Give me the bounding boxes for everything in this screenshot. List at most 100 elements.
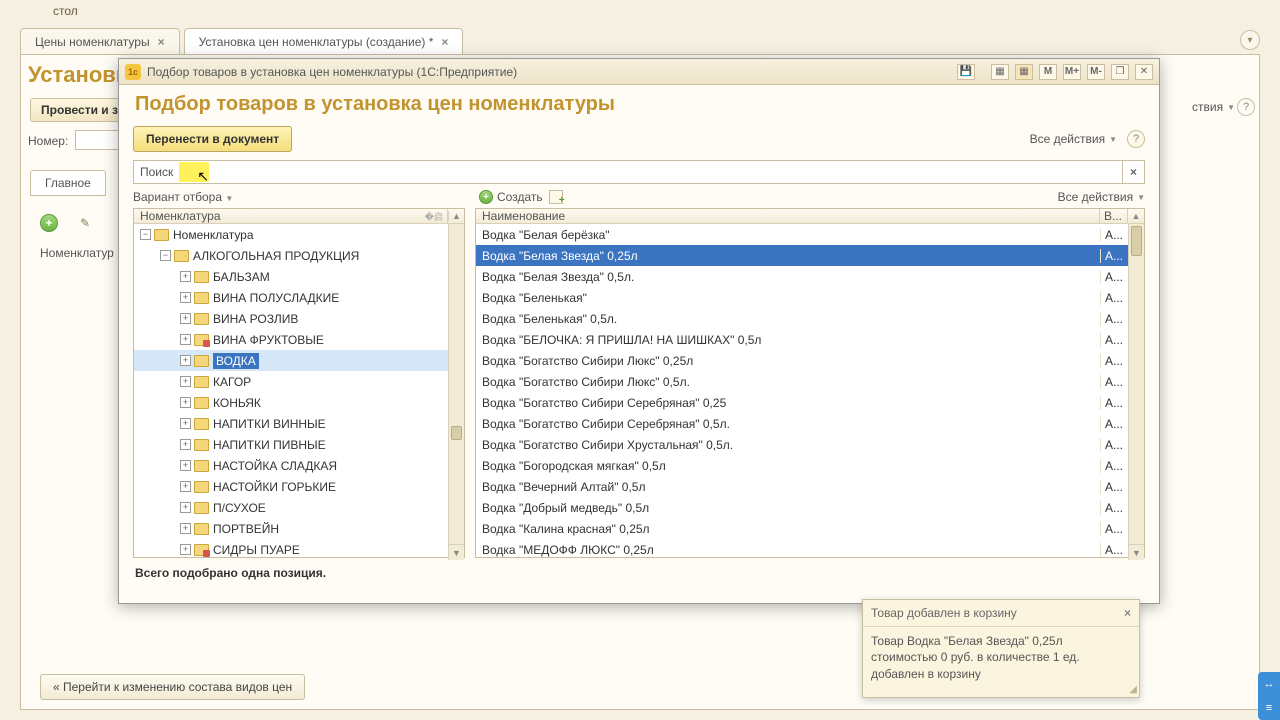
goto-price-types-button[interactable]: « Перейти к изменению состава видов цен — [40, 674, 305, 700]
titlebar-restore-button[interactable]: ❐ — [1111, 64, 1129, 80]
tab-close-icon[interactable]: × — [441, 35, 448, 49]
list-item[interactable]: Водка "БЕЛОЧКА: Я ПРИШЛА! НА ШИШКАХ" 0,5… — [476, 329, 1128, 350]
tree-node[interactable]: ВИНА РОЗЛИВ — [134, 308, 448, 329]
list-item[interactable]: Водка "Богатство Сибири Люкс" 0,5л.А... — [476, 371, 1128, 392]
copy-button[interactable] — [549, 190, 563, 204]
list-item[interactable]: Водка "Беленькая" 0,5л.А... — [476, 308, 1128, 329]
list-item[interactable]: Водка "Белая берёзка"А... — [476, 224, 1128, 245]
tree-label: БАЛЬЗАМ — [213, 270, 270, 284]
item-name: Водка "МЕДОФФ ЛЮКС" 0,25л — [476, 543, 1100, 557]
bg-help-button[interactable]: ? — [1237, 98, 1255, 116]
tree-node[interactable]: НАПИТКИ ПИВНЫЕ — [134, 434, 448, 455]
expand-icon[interactable] — [180, 397, 191, 408]
tree-node[interactable]: АЛКОГОЛЬНАЯ ПРОДУКЦИЯ — [134, 245, 448, 266]
expand-icon[interactable] — [180, 334, 191, 345]
expand-icon[interactable] — [180, 502, 191, 513]
tree-scroll-down[interactable]: ▼ — [449, 544, 464, 560]
list-item[interactable]: Водка "Богатство Сибири Люкс" 0,25лА... — [476, 350, 1128, 371]
modal-titlebar[interactable]: 1c Подбор товаров в установка цен номенк… — [119, 59, 1159, 85]
search-field[interactable]: Поиск ↖ × — [133, 160, 1145, 184]
post-and-close-button[interactable]: Провести и з — [30, 98, 129, 122]
tree-node[interactable]: ПОРТВЕЙН — [134, 518, 448, 539]
add-row-button[interactable]: + — [40, 214, 58, 232]
tree-node[interactable]: ВИНА ПОЛУСЛАДКИЕ — [134, 287, 448, 308]
list-item[interactable]: Водка "Вечерний Алтай" 0,5лА... — [476, 476, 1128, 497]
scrollbar-thumb[interactable] — [1131, 226, 1142, 256]
document-tab-1[interactable]: Установка цен номенклатуры (создание) *× — [184, 28, 464, 55]
tree-node[interactable]: БАЛЬЗАМ — [134, 266, 448, 287]
tree-node[interactable]: СИДРЫ ПУАРЕ — [134, 539, 448, 560]
expand-icon[interactable] — [180, 439, 191, 450]
list-scroll-up[interactable]: ▲ — [1128, 209, 1144, 223]
list-item[interactable]: Водка "Богатство Сибири Хрустальная" 0,5… — [476, 434, 1128, 455]
tab-close-icon[interactable]: × — [158, 35, 165, 49]
list-item[interactable]: Водка "МЕДОФФ ЛЮКС" 0,25лА... — [476, 539, 1128, 560]
titlebar-mminus-button[interactable]: M- — [1087, 64, 1105, 80]
titlebar-close-button[interactable]: ✕ — [1135, 64, 1153, 80]
expand-icon[interactable] — [180, 376, 191, 387]
tree-scrollbar[interactable]: ▼ — [448, 224, 464, 560]
list-item[interactable]: Водка "Добрый медведь" 0,5лА... — [476, 497, 1128, 518]
tree-node[interactable]: ВИНА ФРУКТОВЫЕ — [134, 329, 448, 350]
tree-node[interactable]: ВОДКА — [134, 350, 448, 371]
expand-icon[interactable] — [180, 481, 191, 492]
expand-icon[interactable] — [180, 313, 191, 324]
expand-icon[interactable] — [140, 229, 151, 240]
titlebar-save-icon[interactable]: 💾 — [957, 64, 975, 80]
tree-scroll-up[interactable]: ▲ — [448, 211, 464, 221]
document-tab-0[interactable]: Цены номенклатуры× — [20, 28, 180, 55]
expand-icon[interactable] — [180, 418, 191, 429]
bg-all-actions[interactable]: ствия ▼ — [1192, 100, 1235, 114]
filter-variant-dropdown[interactable]: Вариант отбора ▼ — [133, 190, 233, 204]
expand-icon[interactable] — [180, 271, 191, 282]
create-button[interactable]: + Создать — [479, 190, 543, 204]
titlebar-mplus-button[interactable]: M+ — [1063, 64, 1081, 80]
titlebar-calendar-icon[interactable]: ▦ — [1015, 64, 1033, 80]
list-scrollbar[interactable]: ▼ — [1128, 224, 1144, 560]
list-column-name[interactable]: Наименование — [476, 209, 1100, 223]
list-item[interactable]: Водка "Белая Звезда" 0,25лА... — [476, 245, 1128, 266]
remote-widget[interactable]: ↔ ≡ — [1258, 672, 1280, 720]
tree-node[interactable]: КОНЬЯК — [134, 392, 448, 413]
expand-icon[interactable] — [180, 292, 191, 303]
list-scroll-down[interactable]: ▼ — [1129, 544, 1144, 560]
titlebar-calc-icon[interactable]: ▦ — [991, 64, 1009, 80]
folder-icon — [194, 418, 209, 430]
tree-column-header[interactable]: Номенклатура�启 — [134, 209, 448, 223]
tree-node[interactable]: КАГОР — [134, 371, 448, 392]
expand-icon[interactable] — [180, 523, 191, 534]
tree-node[interactable]: НАСТОЙКА СЛАДКАЯ — [134, 455, 448, 476]
list-item[interactable]: Водка "Беленькая"А... — [476, 287, 1128, 308]
expand-icon[interactable] — [180, 544, 191, 555]
modal-all-actions-1[interactable]: Все действия ▼ — [1030, 132, 1117, 146]
toast-close-button[interactable]: × — [1124, 606, 1131, 620]
clear-search-button[interactable]: × — [1122, 161, 1144, 183]
modal-help-button[interactable]: ? — [1127, 130, 1145, 148]
resize-grip-icon[interactable]: ◢ — [1129, 684, 1137, 695]
titlebar-m-button[interactable]: M — [1039, 64, 1057, 80]
tree-node[interactable]: НАСТОЙКИ ГОРЬКИЕ — [134, 476, 448, 497]
tree-label: АЛКОГОЛЬНАЯ ПРОДУКЦИЯ — [193, 249, 359, 263]
folder-icon — [194, 376, 209, 388]
scrollbar-thumb[interactable] — [451, 426, 462, 440]
tabs-menu-button[interactable]: ▾ — [1240, 30, 1260, 50]
tree-node[interactable]: НАПИТКИ ВИННЫЕ — [134, 413, 448, 434]
tree-node[interactable]: Номенклатура — [134, 224, 448, 245]
desktop-tab[interactable]: стол — [43, 0, 88, 22]
modal-all-actions-2[interactable]: Все действия ▼ — [1058, 190, 1145, 204]
edit-row-icon[interactable]: ✎ — [80, 216, 90, 230]
main-tab[interactable]: Главное — [30, 170, 106, 196]
list-item[interactable]: Водка "Богатство Сибири Серебряная" 0,25… — [476, 392, 1128, 413]
list-column-b[interactable]: В... — [1100, 209, 1128, 223]
transfer-to-document-button[interactable]: Перенести в документ — [133, 126, 292, 152]
list-item[interactable]: Водка "Белая Звезда" 0,5л.А... — [476, 266, 1128, 287]
items-list[interactable]: Водка "Белая берёзка"А...Водка "Белая Зв… — [476, 224, 1128, 560]
list-item[interactable]: Водка "Калина красная" 0,25лА... — [476, 518, 1128, 539]
expand-icon[interactable] — [180, 355, 191, 366]
expand-icon[interactable] — [180, 460, 191, 471]
expand-icon[interactable] — [160, 250, 171, 261]
category-tree[interactable]: Номенклатура АЛКОГОЛЬНАЯ ПРОДУКЦИЯ БАЛЬЗАМ… — [134, 224, 448, 560]
list-item[interactable]: Водка "Богородская мягкая" 0,5лА... — [476, 455, 1128, 476]
tree-node[interactable]: П/СУХОЕ — [134, 497, 448, 518]
list-item[interactable]: Водка "Богатство Сибири Серебряная" 0,5л… — [476, 413, 1128, 434]
